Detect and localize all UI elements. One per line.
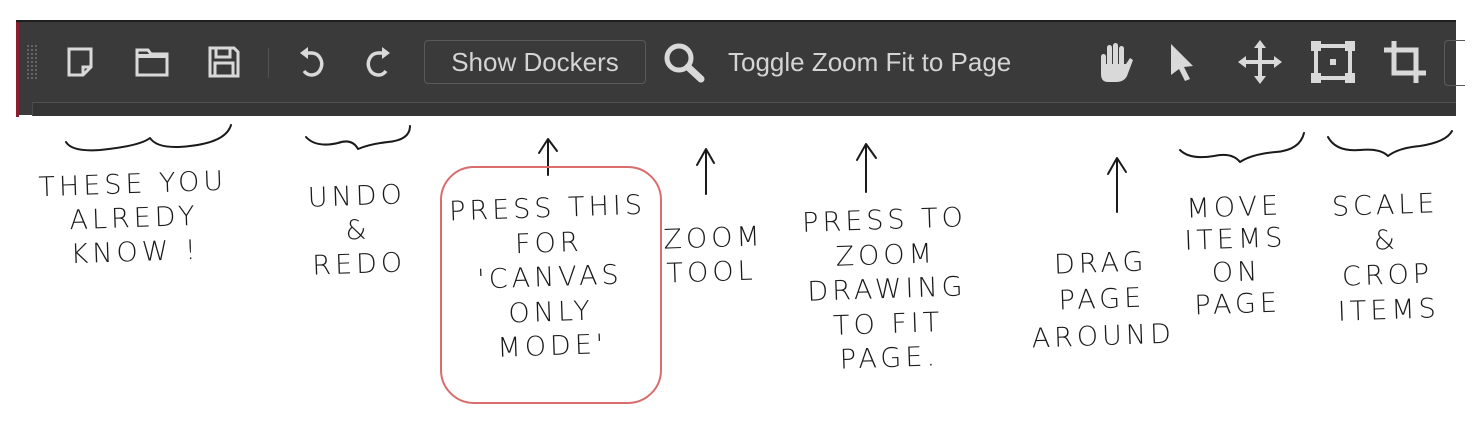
note-line: TOOL — [666, 255, 758, 290]
crop-icon — [1383, 39, 1427, 85]
note-line: PRESS THIS — [448, 189, 647, 228]
zoom-magnifier-icon — [662, 41, 706, 83]
move-tool-button[interactable] — [1234, 39, 1286, 85]
zoom-tool-button[interactable] — [658, 41, 710, 83]
note-line: FOR — [514, 226, 584, 260]
crop-tool-button[interactable] — [1380, 39, 1430, 85]
pan-tool-button[interactable] — [1090, 42, 1140, 82]
scale-tool-button[interactable] — [1306, 41, 1360, 83]
note-undo-redo: UNDO & REDO — [286, 178, 429, 284]
arrow-zoom-tool — [696, 148, 715, 195]
note-line: TO FIT — [832, 306, 944, 342]
note-line: THESE YOU — [37, 165, 228, 204]
brace-move — [1179, 132, 1305, 163]
redo-button[interactable] — [356, 42, 400, 82]
property-bar — [32, 102, 1456, 116]
highlight-circle — [440, 166, 662, 404]
note-line: DRAWING — [806, 271, 968, 308]
note-line: DRAG — [1053, 246, 1148, 281]
brace-file-tools — [65, 124, 232, 152]
open-document-button[interactable] — [130, 42, 174, 82]
note-line: SCALE — [1331, 188, 1439, 223]
brace-scale-crop — [1327, 130, 1453, 157]
note-line: ONLY — [507, 295, 595, 330]
note-line: 'CANVAS — [476, 259, 624, 296]
save-disk-icon — [207, 45, 241, 79]
note-file-tools: THESE YOU ALREDY KNOW ! — [12, 164, 255, 274]
note-line: ZOOM — [835, 237, 937, 273]
scale-transform-icon — [1308, 38, 1358, 86]
note-line: UNDO — [307, 179, 407, 214]
arrow-pointer-icon — [1167, 42, 1197, 82]
undo-button[interactable] — [290, 42, 334, 82]
note-line: PAGE. — [839, 341, 940, 376]
note-show-dockers: PRESS THIS FOR 'CANVAS ONLY MODE' — [441, 188, 659, 368]
note-scale-crop: SCALE & CROP ITEMS — [1320, 186, 1455, 331]
open-folder-icon — [134, 46, 170, 78]
move-arrows-icon — [1237, 39, 1283, 85]
note-line: PRESS TO — [801, 202, 968, 239]
hand-pan-icon — [1096, 40, 1134, 84]
note-line: PAGE — [1058, 282, 1146, 317]
main-toolbar: Show Dockers Toggle Zoom Fit to Page — [16, 20, 1465, 117]
note-zoom-fit: PRESS TO ZOOM DRAWING TO FIT PAGE. — [789, 201, 985, 380]
note-line: MOVE — [1185, 190, 1283, 225]
note-line: KNOW ! — [70, 234, 201, 270]
note-line: & — [1373, 224, 1400, 257]
note-line: REDO — [311, 246, 407, 282]
note-zoom-tool: ZOOM TOOL — [662, 220, 765, 291]
toolbar-grip-handle[interactable] — [26, 44, 38, 80]
pick-tool-button[interactable] — [1160, 42, 1204, 82]
undo-icon — [296, 44, 328, 80]
arrow-zoom-fit — [856, 143, 877, 193]
new-document-icon — [65, 46, 95, 78]
note-line: ON — [1211, 255, 1262, 289]
note-line: ALREDY — [68, 200, 200, 236]
toggle-zoom-fit-button[interactable]: Toggle Zoom Fit to Page — [728, 40, 1011, 84]
note-line: CROP — [1341, 258, 1434, 293]
note-line: AROUND — [1031, 318, 1176, 355]
save-document-button[interactable] — [202, 42, 246, 82]
note-line: ZOOM — [662, 221, 765, 256]
redo-icon — [362, 44, 394, 80]
note-line: MODE' — [496, 329, 608, 365]
note-move: MOVE ITEMS ON PAGE — [1174, 190, 1298, 324]
note-line: ITEMS — [1337, 293, 1441, 329]
brace-undo-redo — [305, 125, 411, 150]
window-edge-accent — [16, 22, 19, 117]
note-pan: DRAG PAGE AROUND — [1028, 244, 1176, 358]
new-document-button[interactable] — [60, 42, 100, 82]
overflow-control[interactable] — [1444, 40, 1465, 86]
arrow-pan — [1107, 157, 1127, 213]
arrow-show-dockers — [538, 138, 558, 176]
show-dockers-button[interactable]: Show Dockers — [424, 40, 646, 84]
toolbar-separator — [268, 48, 269, 78]
note-line: & — [344, 214, 372, 247]
note-line: ITEMS — [1183, 222, 1287, 258]
note-line: PAGE — [1193, 287, 1282, 322]
